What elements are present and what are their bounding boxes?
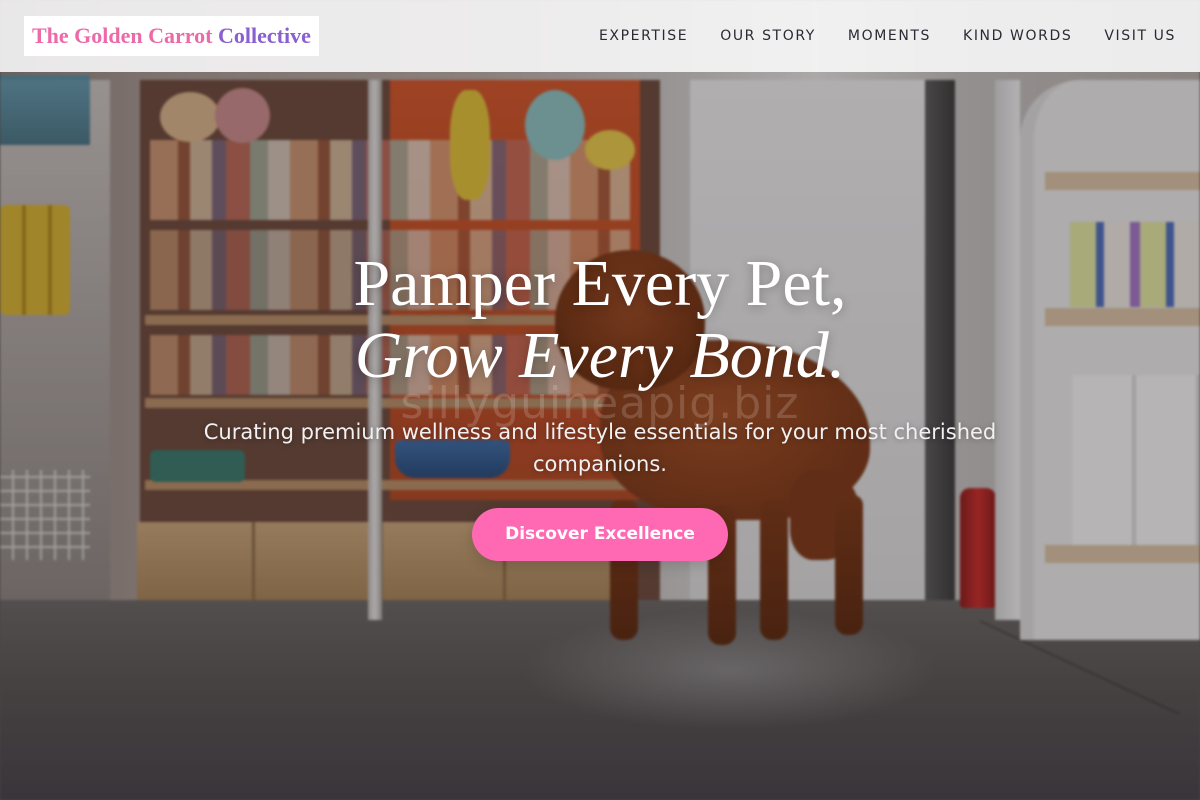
hero-section: Pamper Every Pet, Grow Every Bond. Curat…: [0, 248, 1200, 561]
nav-link-visit-us[interactable]: VISIT US: [1104, 28, 1176, 44]
nav-link-kind-words[interactable]: KIND WORDS: [963, 28, 1072, 44]
nav-link-our-story[interactable]: OUR STORY: [720, 28, 816, 44]
main-nav: EXPERTISE OUR STORY MOMENTS KIND WORDS V…: [599, 0, 1176, 72]
logo-text-primary: The Golden Carrot: [32, 23, 213, 48]
hero-title: Pamper Every Pet, Grow Every Bond.: [0, 248, 1200, 392]
nav-link-moments[interactable]: MOMENTS: [848, 28, 931, 44]
site-header: The Golden Carrot Collective EXPERTISE O…: [0, 0, 1200, 72]
hero-subtitle: Curating premium wellness and lifestyle …: [203, 420, 997, 476]
hero-title-line1: Pamper Every Pet,: [353, 247, 847, 320]
page: The Golden Carrot Collective EXPERTISE O…: [0, 0, 1200, 800]
discover-excellence-button[interactable]: Discover Excellence: [472, 508, 728, 561]
site-logo[interactable]: The Golden Carrot Collective: [24, 16, 319, 56]
hero-title-line2: Grow Every Bond.: [354, 319, 846, 392]
nav-link-expertise[interactable]: EXPERTISE: [599, 28, 688, 44]
logo-text-secondary: Collective: [217, 23, 311, 48]
